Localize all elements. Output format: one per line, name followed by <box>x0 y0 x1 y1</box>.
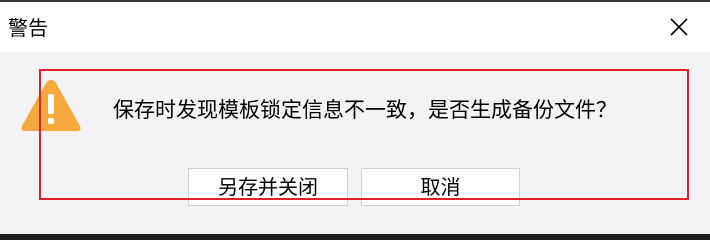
title-bar: 警告 <box>0 2 710 52</box>
dialog-title: 警告 <box>8 16 48 40</box>
close-button[interactable] <box>662 10 696 44</box>
close-icon <box>670 18 688 36</box>
warning-dialog: 警告 保存时发现模板锁定信息不一致，是否生成备份文件？ 另存并关闭 取消 <box>0 0 710 234</box>
dialog-content: 保存时发现模板锁定信息不一致，是否生成备份文件？ 另存并关闭 取消 <box>0 52 710 234</box>
highlight-box <box>39 69 689 200</box>
